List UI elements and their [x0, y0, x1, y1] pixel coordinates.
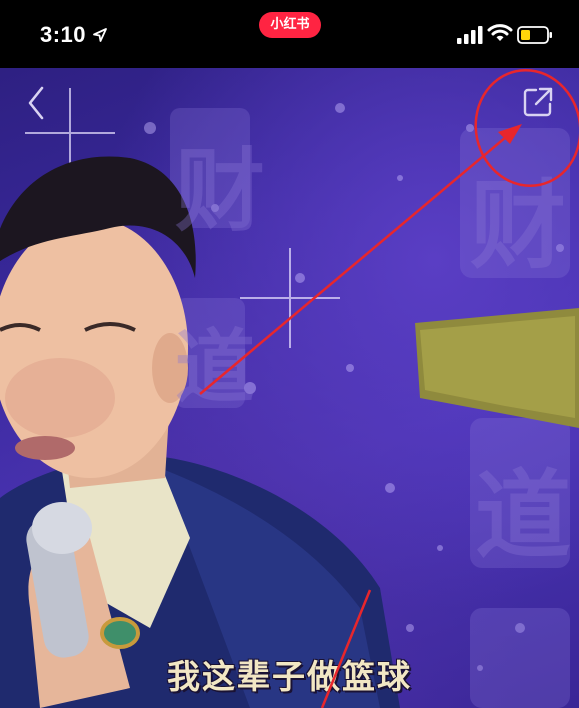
wifi-icon	[487, 24, 513, 41]
location-arrow-icon	[93, 28, 107, 42]
background-glyph: 财	[175, 138, 265, 244]
background-glyph: 道	[175, 320, 255, 414]
status-bar: 3:10 小红书	[0, 0, 579, 68]
video-subtitle: 我这辈子做篮球	[167, 657, 412, 696]
chevron-left-icon	[28, 86, 44, 120]
app-badge: 小红书	[259, 12, 321, 38]
share-external-icon	[523, 87, 553, 117]
status-time: 3:10	[40, 22, 87, 47]
video-player[interactable]: 财 道 财 道 我这辈子做篮球	[0, 68, 579, 708]
cellular-signal-icon	[457, 26, 483, 44]
share-button[interactable]	[522, 86, 554, 118]
background-glyph: 财	[470, 169, 566, 282]
back-button[interactable]	[22, 84, 50, 122]
battery-icon	[517, 26, 552, 44]
background-glyph: 道	[475, 459, 571, 572]
